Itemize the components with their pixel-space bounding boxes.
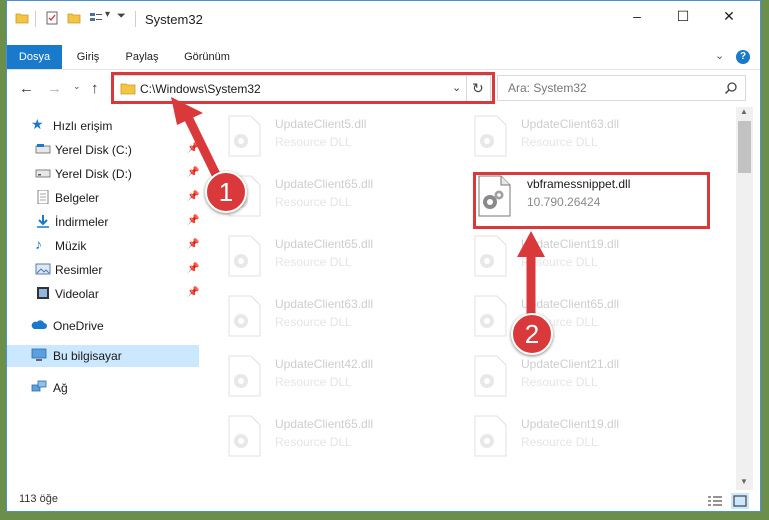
explorer-window: ▾ ⏷ System32 – ☐ ✕ Dosya Giriş Paylaş Gö…: [6, 0, 761, 512]
step-2-badge: 2: [511, 313, 553, 355]
step-1-badge: 1: [205, 171, 247, 213]
arrow-2-head: [517, 231, 545, 257]
annotation-arrows: [171, 97, 545, 324]
